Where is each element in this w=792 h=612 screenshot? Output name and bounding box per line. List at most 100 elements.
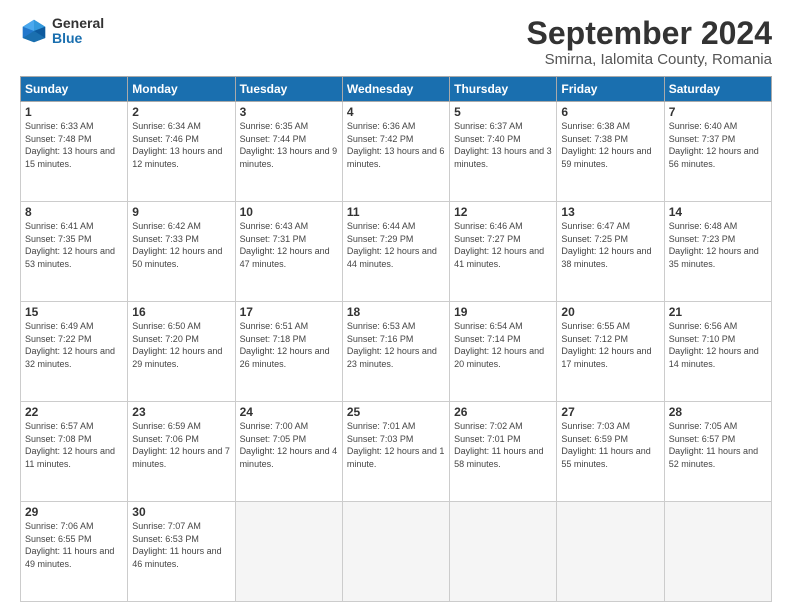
- day-info: Sunrise: 6:34 AMSunset: 7:46 PMDaylight:…: [132, 120, 230, 170]
- location-subtitle: Smirna, Ialomita County, Romania: [527, 51, 772, 68]
- logo-text: General Blue: [52, 16, 104, 47]
- day-info: Sunrise: 6:49 AMSunset: 7:22 PMDaylight:…: [25, 320, 123, 370]
- logo-blue-text: Blue: [52, 31, 104, 46]
- day-number: 7: [669, 105, 767, 119]
- day-number: 20: [561, 305, 659, 319]
- calendar-cell: 15 Sunrise: 6:49 AMSunset: 7:22 PMDaylig…: [21, 302, 128, 402]
- day-info: Sunrise: 6:42 AMSunset: 7:33 PMDaylight:…: [132, 220, 230, 270]
- day-info: Sunrise: 7:06 AMSunset: 6:55 PMDaylight:…: [25, 520, 123, 570]
- calendar-cell: 17 Sunrise: 6:51 AMSunset: 7:18 PMDaylig…: [235, 302, 342, 402]
- day-number: 10: [240, 205, 338, 219]
- day-info: Sunrise: 6:35 AMSunset: 7:44 PMDaylight:…: [240, 120, 338, 170]
- day-number: 26: [454, 405, 552, 419]
- day-number: 9: [132, 205, 230, 219]
- calendar-cell: 12 Sunrise: 6:46 AMSunset: 7:27 PMDaylig…: [450, 202, 557, 302]
- calendar-cell: 18 Sunrise: 6:53 AMSunset: 7:16 PMDaylig…: [342, 302, 449, 402]
- day-info: Sunrise: 6:59 AMSunset: 7:06 PMDaylight:…: [132, 420, 230, 470]
- calendar-cell: [342, 502, 449, 602]
- day-number: 27: [561, 405, 659, 419]
- calendar-cell: [664, 502, 771, 602]
- day-number: 29: [25, 505, 123, 519]
- col-wednesday: Wednesday: [342, 77, 449, 102]
- col-thursday: Thursday: [450, 77, 557, 102]
- day-info: Sunrise: 7:07 AMSunset: 6:53 PMDaylight:…: [132, 520, 230, 570]
- day-info: Sunrise: 6:38 AMSunset: 7:38 PMDaylight:…: [561, 120, 659, 170]
- month-title: September 2024: [527, 16, 772, 51]
- week-row-0: 1 Sunrise: 6:33 AMSunset: 7:48 PMDayligh…: [21, 102, 772, 202]
- page: General Blue September 2024 Smirna, Ialo…: [0, 0, 792, 612]
- day-number: 16: [132, 305, 230, 319]
- day-number: 21: [669, 305, 767, 319]
- day-info: Sunrise: 6:51 AMSunset: 7:18 PMDaylight:…: [240, 320, 338, 370]
- calendar-table: Sunday Monday Tuesday Wednesday Thursday…: [20, 76, 772, 602]
- day-number: 5: [454, 105, 552, 119]
- calendar-cell: 23 Sunrise: 6:59 AMSunset: 7:06 PMDaylig…: [128, 402, 235, 502]
- day-number: 8: [25, 205, 123, 219]
- day-info: Sunrise: 6:44 AMSunset: 7:29 PMDaylight:…: [347, 220, 445, 270]
- calendar-cell: 2 Sunrise: 6:34 AMSunset: 7:46 PMDayligh…: [128, 102, 235, 202]
- day-info: Sunrise: 6:40 AMSunset: 7:37 PMDaylight:…: [669, 120, 767, 170]
- day-info: Sunrise: 6:41 AMSunset: 7:35 PMDaylight:…: [25, 220, 123, 270]
- calendar-cell: 25 Sunrise: 7:01 AMSunset: 7:03 PMDaylig…: [342, 402, 449, 502]
- logo: General Blue: [20, 16, 104, 47]
- day-number: 30: [132, 505, 230, 519]
- col-tuesday: Tuesday: [235, 77, 342, 102]
- calendar-cell: 11 Sunrise: 6:44 AMSunset: 7:29 PMDaylig…: [342, 202, 449, 302]
- day-info: Sunrise: 6:50 AMSunset: 7:20 PMDaylight:…: [132, 320, 230, 370]
- calendar-cell: 13 Sunrise: 6:47 AMSunset: 7:25 PMDaylig…: [557, 202, 664, 302]
- calendar-header-row: Sunday Monday Tuesday Wednesday Thursday…: [21, 77, 772, 102]
- day-number: 19: [454, 305, 552, 319]
- logo-icon: [20, 17, 48, 45]
- day-info: Sunrise: 7:00 AMSunset: 7:05 PMDaylight:…: [240, 420, 338, 470]
- day-number: 23: [132, 405, 230, 419]
- day-info: Sunrise: 7:01 AMSunset: 7:03 PMDaylight:…: [347, 420, 445, 470]
- day-number: 17: [240, 305, 338, 319]
- day-info: Sunrise: 7:03 AMSunset: 6:59 PMDaylight:…: [561, 420, 659, 470]
- calendar-cell: 1 Sunrise: 6:33 AMSunset: 7:48 PMDayligh…: [21, 102, 128, 202]
- day-info: Sunrise: 6:36 AMSunset: 7:42 PMDaylight:…: [347, 120, 445, 170]
- calendar-cell: 26 Sunrise: 7:02 AMSunset: 7:01 PMDaylig…: [450, 402, 557, 502]
- day-info: Sunrise: 6:47 AMSunset: 7:25 PMDaylight:…: [561, 220, 659, 270]
- day-number: 1: [25, 105, 123, 119]
- calendar-cell: 6 Sunrise: 6:38 AMSunset: 7:38 PMDayligh…: [557, 102, 664, 202]
- day-info: Sunrise: 6:33 AMSunset: 7:48 PMDaylight:…: [25, 120, 123, 170]
- day-number: 14: [669, 205, 767, 219]
- col-saturday: Saturday: [664, 77, 771, 102]
- calendar-cell: 28 Sunrise: 7:05 AMSunset: 6:57 PMDaylig…: [664, 402, 771, 502]
- week-row-1: 8 Sunrise: 6:41 AMSunset: 7:35 PMDayligh…: [21, 202, 772, 302]
- day-info: Sunrise: 6:57 AMSunset: 7:08 PMDaylight:…: [25, 420, 123, 470]
- day-info: Sunrise: 6:48 AMSunset: 7:23 PMDaylight:…: [669, 220, 767, 270]
- day-info: Sunrise: 6:55 AMSunset: 7:12 PMDaylight:…: [561, 320, 659, 370]
- calendar-cell: 8 Sunrise: 6:41 AMSunset: 7:35 PMDayligh…: [21, 202, 128, 302]
- title-block: September 2024 Smirna, Ialomita County, …: [527, 16, 772, 68]
- calendar-cell: 4 Sunrise: 6:36 AMSunset: 7:42 PMDayligh…: [342, 102, 449, 202]
- day-info: Sunrise: 6:46 AMSunset: 7:27 PMDaylight:…: [454, 220, 552, 270]
- calendar-cell: [450, 502, 557, 602]
- day-number: 4: [347, 105, 445, 119]
- calendar-cell: 20 Sunrise: 6:55 AMSunset: 7:12 PMDaylig…: [557, 302, 664, 402]
- calendar-cell: 27 Sunrise: 7:03 AMSunset: 6:59 PMDaylig…: [557, 402, 664, 502]
- day-number: 11: [347, 205, 445, 219]
- calendar-cell: 29 Sunrise: 7:06 AMSunset: 6:55 PMDaylig…: [21, 502, 128, 602]
- col-monday: Monday: [128, 77, 235, 102]
- day-number: 18: [347, 305, 445, 319]
- day-info: Sunrise: 6:43 AMSunset: 7:31 PMDaylight:…: [240, 220, 338, 270]
- calendar-cell: 9 Sunrise: 6:42 AMSunset: 7:33 PMDayligh…: [128, 202, 235, 302]
- calendar-cell: 14 Sunrise: 6:48 AMSunset: 7:23 PMDaylig…: [664, 202, 771, 302]
- col-friday: Friday: [557, 77, 664, 102]
- calendar-cell: [235, 502, 342, 602]
- calendar-cell: 30 Sunrise: 7:07 AMSunset: 6:53 PMDaylig…: [128, 502, 235, 602]
- calendar-cell: 16 Sunrise: 6:50 AMSunset: 7:20 PMDaylig…: [128, 302, 235, 402]
- calendar-cell: 5 Sunrise: 6:37 AMSunset: 7:40 PMDayligh…: [450, 102, 557, 202]
- day-number: 13: [561, 205, 659, 219]
- day-number: 12: [454, 205, 552, 219]
- day-number: 6: [561, 105, 659, 119]
- day-info: Sunrise: 6:56 AMSunset: 7:10 PMDaylight:…: [669, 320, 767, 370]
- header: General Blue September 2024 Smirna, Ialo…: [20, 16, 772, 68]
- week-row-4: 29 Sunrise: 7:06 AMSunset: 6:55 PMDaylig…: [21, 502, 772, 602]
- calendar-cell: 22 Sunrise: 6:57 AMSunset: 7:08 PMDaylig…: [21, 402, 128, 502]
- col-sunday: Sunday: [21, 77, 128, 102]
- day-number: 25: [347, 405, 445, 419]
- day-number: 24: [240, 405, 338, 419]
- day-info: Sunrise: 7:02 AMSunset: 7:01 PMDaylight:…: [454, 420, 552, 470]
